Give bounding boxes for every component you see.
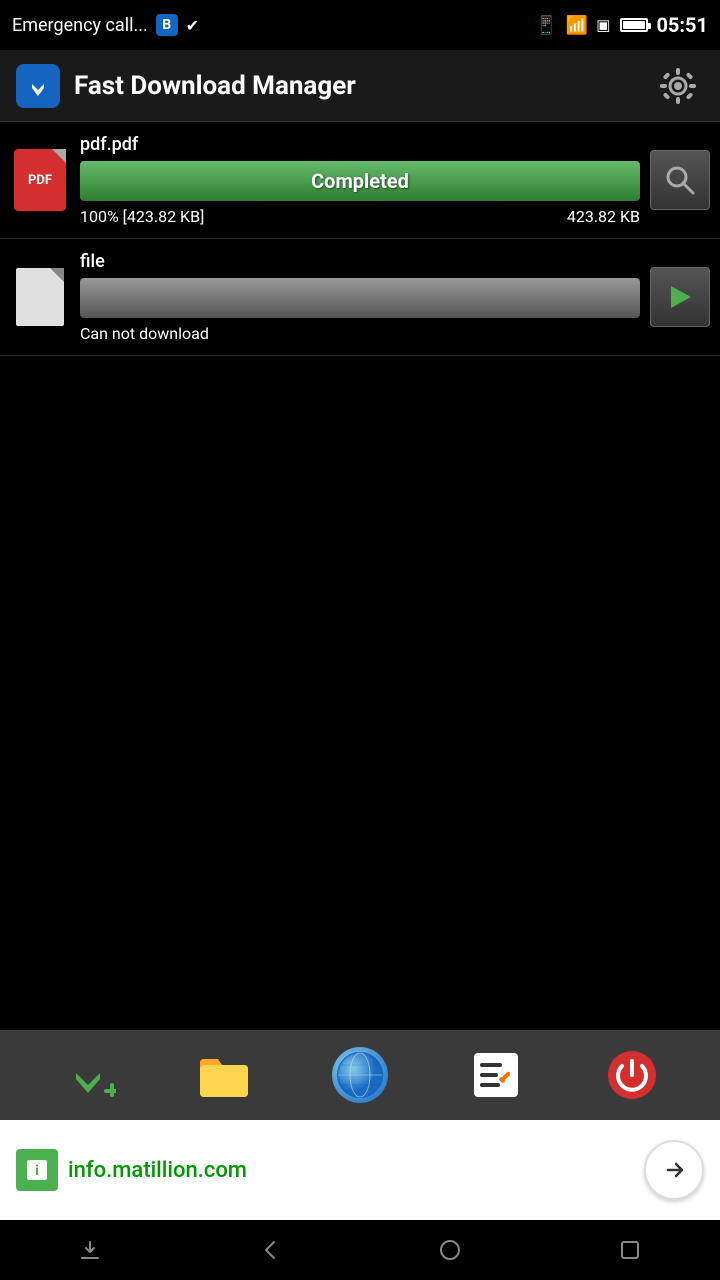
add-download-icon xyxy=(60,1047,116,1103)
browser-button[interactable] xyxy=(325,1040,395,1110)
nav-down-button[interactable] xyxy=(50,1230,130,1270)
checklist-icon xyxy=(470,1049,522,1101)
app-bar: Fast Download Manager xyxy=(0,50,720,122)
clock: 05:51 xyxy=(656,13,708,37)
search-icon xyxy=(663,163,697,197)
ad-url-text: info.matillion.com xyxy=(68,1158,634,1183)
gear-icon xyxy=(656,64,700,108)
checklist-button[interactable] xyxy=(461,1040,531,1110)
pdf-file-info: pdf.pdf Completed 100% [423.82 KB] 423.8… xyxy=(80,134,640,226)
generic-file-icon-container xyxy=(10,267,70,327)
ad-go-button[interactable] xyxy=(644,1140,704,1200)
pdf-icon-shape xyxy=(14,149,66,211)
app-logo xyxy=(16,64,60,108)
bluetooth-icon: B xyxy=(156,14,178,36)
pdf-progress-bar: Completed xyxy=(80,161,640,201)
pdf-file-icon xyxy=(10,150,70,210)
file-filename: file xyxy=(80,251,640,272)
file-action-button[interactable] xyxy=(650,267,710,327)
carrier-text: Emergency call... xyxy=(12,15,148,36)
power-button[interactable] xyxy=(597,1040,667,1110)
app-title: Fast Download Manager xyxy=(74,71,652,101)
ad-icon: i xyxy=(16,1149,58,1191)
file-progress-bar xyxy=(80,278,640,318)
nav-recent-icon xyxy=(618,1238,642,1262)
pdf-filename: pdf.pdf xyxy=(80,134,640,155)
download-item-pdf: pdf.pdf Completed 100% [423.82 KB] 423.8… xyxy=(0,122,720,239)
pdf-progress-fill: Completed xyxy=(80,161,640,201)
nav-recent-button[interactable] xyxy=(590,1230,670,1270)
power-icon xyxy=(604,1047,660,1103)
settings-button[interactable] xyxy=(652,60,704,112)
pdf-status-label: Completed xyxy=(311,169,409,193)
nav-down-icon xyxy=(78,1238,102,1262)
file-progress-fill xyxy=(80,278,640,318)
globe-icon xyxy=(332,1047,388,1103)
folder-icon xyxy=(196,1051,252,1099)
download-arrow-icon xyxy=(24,72,52,100)
pdf-file-meta: 100% [423.82 KB] 423.82 KB xyxy=(80,207,640,226)
bottom-toolbar xyxy=(0,1030,720,1120)
nav-home-button[interactable] xyxy=(410,1230,490,1270)
status-bar: Emergency call... B ✔ 📱 📶 ▣ 05:51 xyxy=(0,0,720,50)
nav-back-icon xyxy=(258,1238,282,1262)
phone-icon: 📱 xyxy=(535,15,557,36)
ad-bar: i info.matillion.com xyxy=(0,1120,720,1220)
play-icon xyxy=(665,282,695,312)
add-download-button[interactable] xyxy=(53,1040,123,1110)
folder-button[interactable] xyxy=(189,1040,259,1110)
download-item-file: file Can not download xyxy=(0,239,720,356)
file-info: file Can not download xyxy=(80,251,640,343)
wifi-icon: 📶 xyxy=(566,15,588,36)
nav-back-button[interactable] xyxy=(230,1230,310,1270)
battery-icon xyxy=(620,18,648,32)
downloads-area: pdf.pdf Completed 100% [423.82 KB] 423.8… xyxy=(0,122,720,356)
pdf-action-button[interactable] xyxy=(650,150,710,210)
signal-icon: ✔ xyxy=(186,16,199,35)
ad-logo-icon: i xyxy=(22,1155,52,1185)
pdf-progress-text: 100% [423.82 KB] xyxy=(80,207,204,226)
pdf-size-text: 423.82 KB xyxy=(567,207,640,226)
nav-bar xyxy=(0,1220,720,1280)
status-bar-left: Emergency call... B ✔ xyxy=(12,14,199,36)
svg-text:i: i xyxy=(35,1163,39,1179)
status-bar-right: 📱 📶 ▣ 05:51 xyxy=(535,13,708,37)
generic-file-icon-shape xyxy=(16,268,64,326)
file-error-text: Can not download xyxy=(80,324,640,343)
sim-icon: ▣ xyxy=(596,16,610,34)
nav-home-icon xyxy=(438,1238,462,1262)
arrow-right-icon xyxy=(660,1156,688,1184)
